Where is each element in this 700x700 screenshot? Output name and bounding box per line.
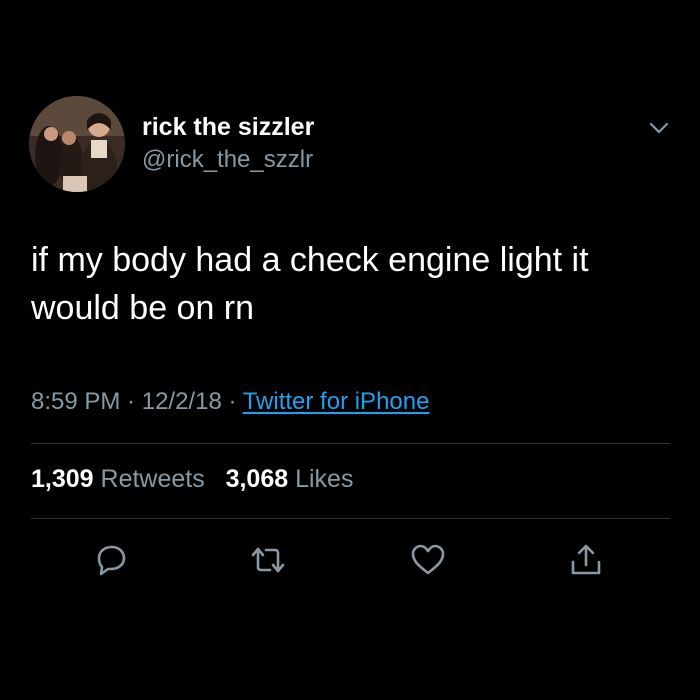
divider [31, 518, 670, 519]
tweet-text-line: would be on rn [31, 289, 255, 327]
divider [31, 443, 670, 444]
likes-stat[interactable]: 3,068 Likes [226, 465, 354, 493]
retweet-icon[interactable] [248, 540, 288, 580]
tweet-source-link[interactable]: Twitter for iPhone [243, 388, 430, 415]
share-icon[interactable] [566, 540, 606, 580]
avatar-photo [29, 96, 125, 192]
avatar[interactable] [29, 96, 125, 192]
display-name[interactable]: rick the sizzler [142, 113, 314, 142]
retweets-label: Retweets [100, 465, 205, 493]
meta-separator: · [120, 388, 142, 415]
tweet-meta: 8:59 PM · 12/2/18 · Twitter for iPhone [31, 388, 429, 416]
tweet-time: 8:59 PM [31, 388, 121, 415]
tweet-card: rick the sizzler @rick_the_szzlr if my b… [0, 0, 700, 700]
retweets-count: 1,309 [31, 465, 94, 493]
user-handle[interactable]: @rick_the_szzlr [142, 146, 313, 174]
tweet-stats: 1,309 Retweets 3,068 Likes [31, 465, 353, 494]
likes-count: 3,068 [225, 465, 289, 493]
tweet-text: if my body had a check engine light it w… [31, 236, 681, 332]
tweet-text-line: if my body had a check engine light it [31, 241, 589, 279]
likes-label: Likes [295, 465, 354, 493]
retweets-stat[interactable]: 1,309 Retweets [31, 465, 205, 493]
tweet-date: 12/2/18 [141, 388, 222, 415]
chevron-down-icon[interactable] [645, 114, 673, 142]
reply-icon[interactable] [91, 540, 131, 580]
meta-separator: · [221, 388, 243, 415]
heart-icon[interactable] [408, 540, 448, 580]
